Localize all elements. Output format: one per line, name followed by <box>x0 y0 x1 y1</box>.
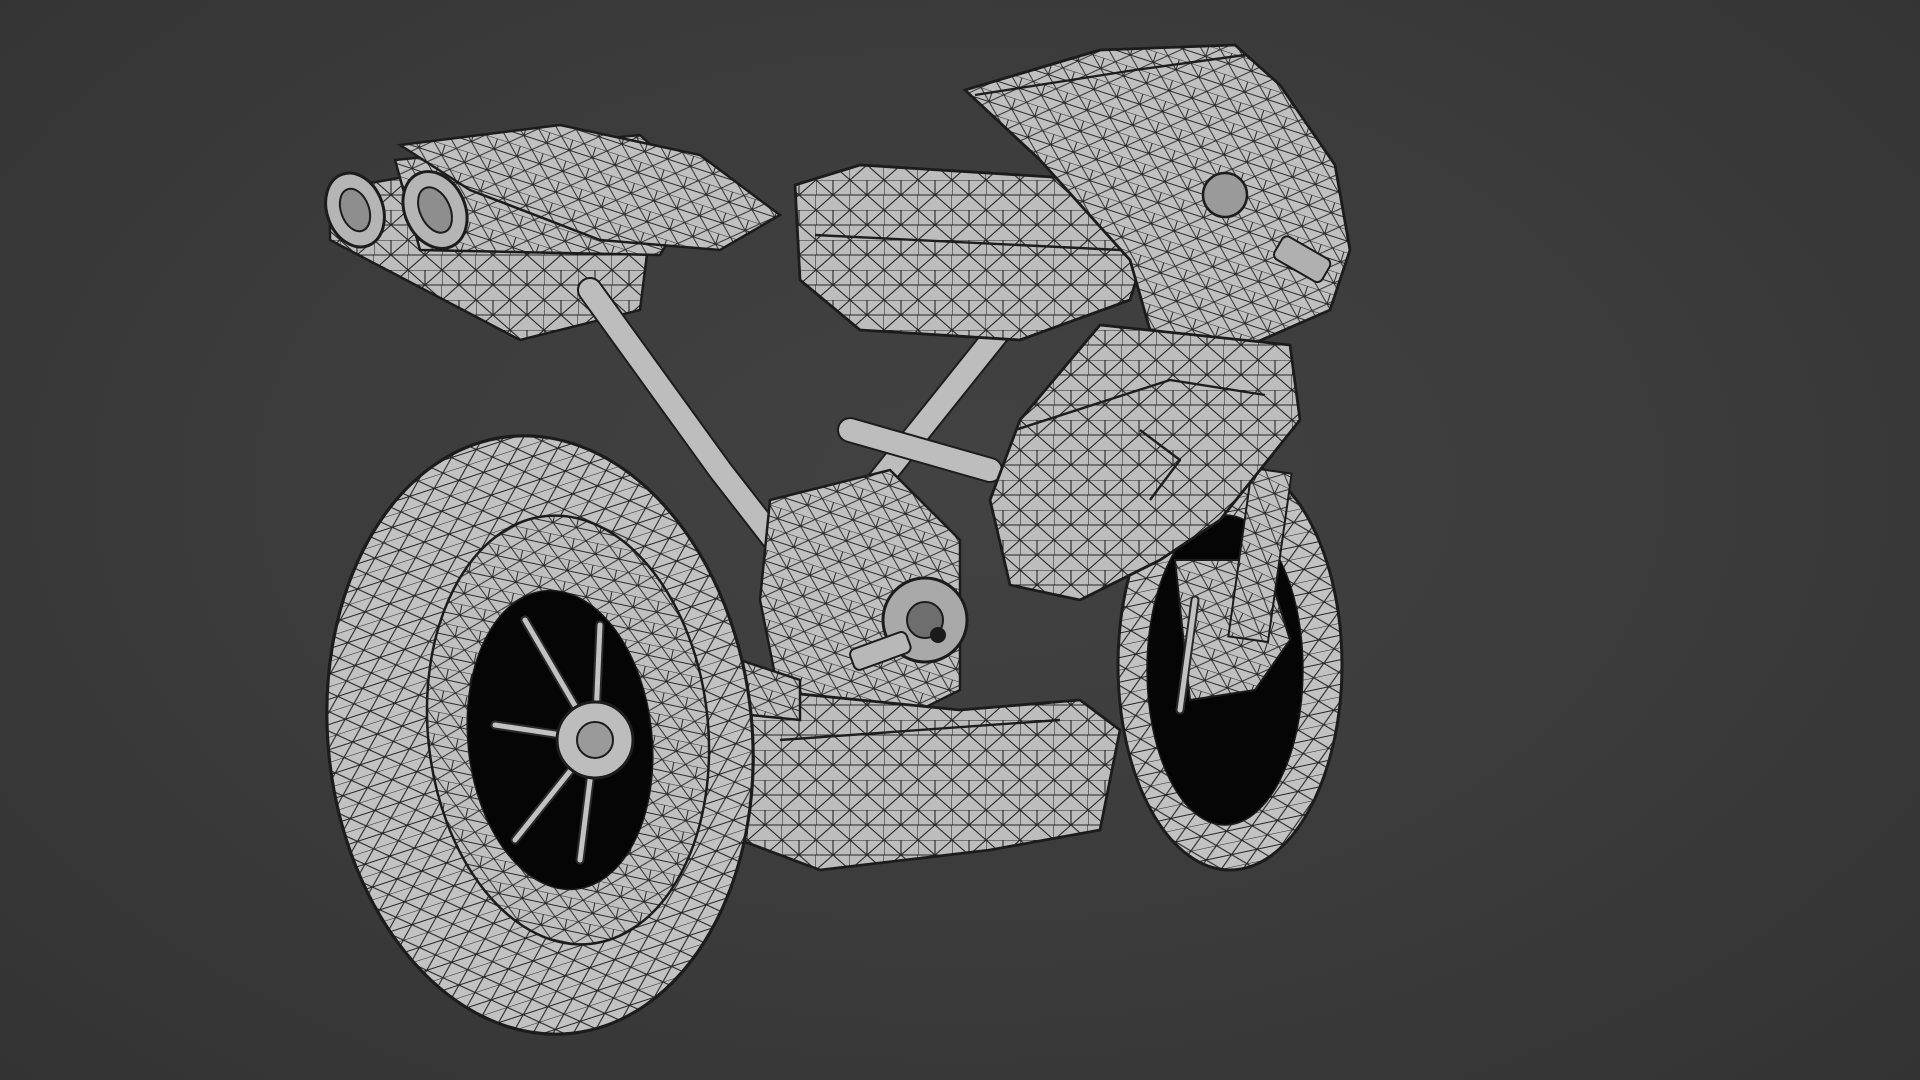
viewport-scene <box>298 43 1352 1055</box>
rear-wheel[interactable] <box>298 414 782 1055</box>
3d-viewport[interactable] <box>0 0 1920 1080</box>
